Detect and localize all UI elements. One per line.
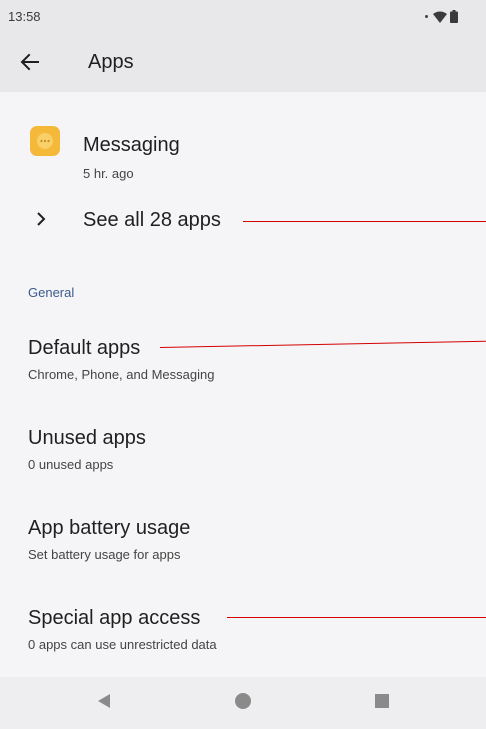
recent-app-name: Messaging <box>83 134 180 156</box>
item-title: Unused apps <box>28 427 146 449</box>
square-recents-icon <box>375 693 389 713</box>
item-subtitle: 0 apps can use unrestricted data <box>28 637 217 652</box>
status-bar: 13:58 <box>0 0 486 36</box>
nav-recents-button[interactable] <box>370 691 394 715</box>
back-button[interactable] <box>12 46 48 82</box>
annotation-line-special-access <box>227 617 486 618</box>
item-subtitle: 0 unused apps <box>28 457 114 472</box>
nav-home-button[interactable] <box>231 691 255 715</box>
battery-icon <box>450 10 458 23</box>
content-area: Messaging 5 hr. ago See all 28 apps Gene… <box>0 92 486 677</box>
messaging-app-icon <box>30 126 60 156</box>
item-subtitle: Set battery usage for apps <box>28 547 181 562</box>
item-subtitle: Chrome, Phone, and Messaging <box>28 367 215 382</box>
recent-app-time: 5 hr. ago <box>83 166 134 181</box>
status-icons <box>425 10 458 23</box>
item-title: Special app access <box>28 607 201 629</box>
item-title: Default apps <box>28 337 141 359</box>
recent-app-messaging[interactable]: Messaging 5 hr. ago <box>0 110 486 181</box>
default-apps-item[interactable]: Default apps Chrome, Phone, and Messagin… <box>0 337 486 417</box>
circle-home-icon <box>234 692 252 715</box>
app-bar: Apps <box>0 36 486 92</box>
page-title: Apps <box>88 51 134 73</box>
see-all-apps-button[interactable]: See all 28 apps <box>0 200 486 240</box>
item-title: App battery usage <box>28 517 191 539</box>
section-header-general: General <box>28 285 75 300</box>
special-app-access-item[interactable]: Special app access 0 apps can use unrest… <box>0 607 486 687</box>
app-battery-usage-item[interactable]: App battery usage Set battery usage for … <box>0 517 486 597</box>
see-all-apps-label: See all 28 apps <box>83 209 221 231</box>
apps-settings-screen: 13:58 Apps Messaging 5 hr. ago See all 2… <box>0 0 486 729</box>
chevron-right-icon <box>34 210 48 233</box>
status-time: 13:58 <box>8 9 41 24</box>
unused-apps-item[interactable]: Unused apps 0 unused apps <box>0 427 486 507</box>
notification-dot-icon <box>425 15 428 18</box>
annotation-line-see-all <box>243 221 486 222</box>
wifi-icon <box>433 11 447 23</box>
arrow-left-icon <box>20 52 40 77</box>
nav-back-button[interactable] <box>92 691 116 715</box>
system-nav-bar <box>0 677 486 729</box>
triangle-back-icon <box>97 693 111 714</box>
